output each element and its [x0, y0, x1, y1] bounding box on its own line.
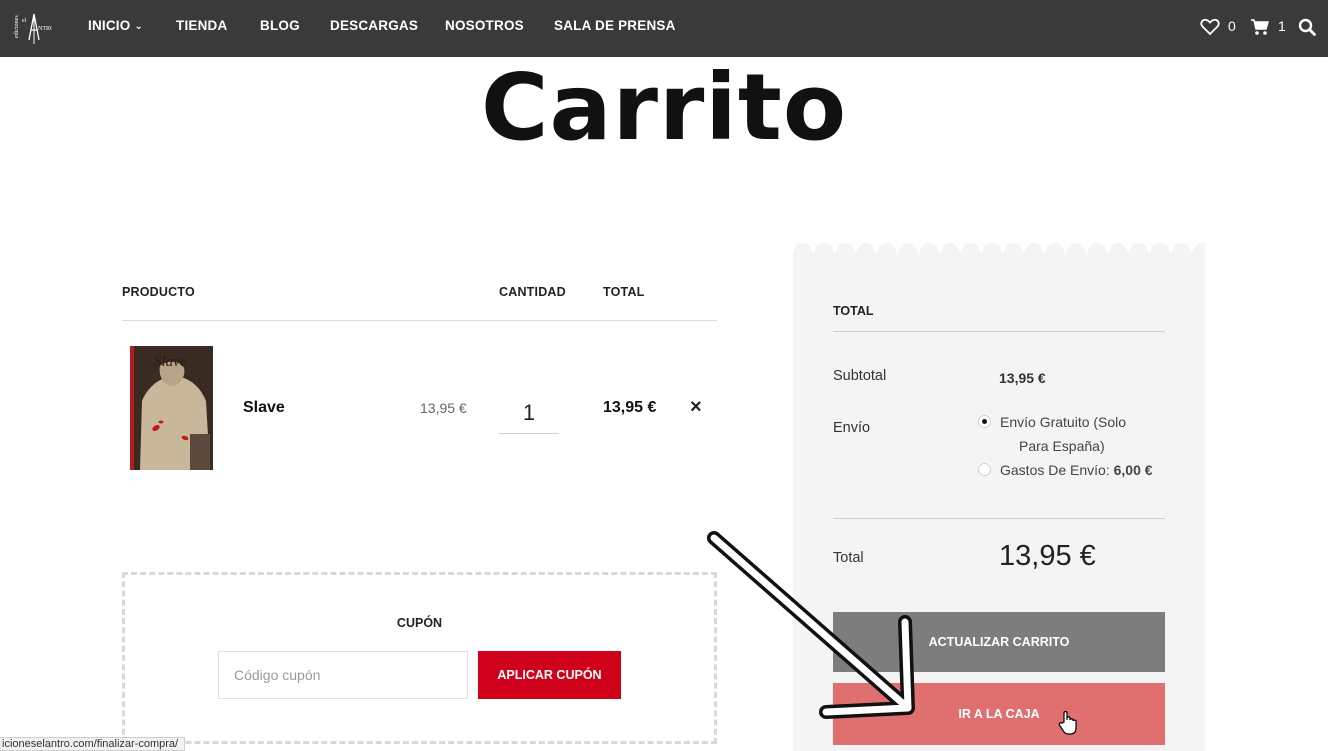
coupon-title: CUPÓN [396, 616, 443, 630]
heart-icon [1200, 18, 1220, 36]
shipping-option-free-line2: Para España) [1019, 438, 1105, 454]
nav-item-nosotros[interactable]: NOSOTROS [445, 18, 524, 33]
cart-count: 1 [1278, 18, 1286, 34]
nav-item-blog[interactable]: BLOG [260, 18, 300, 33]
table-divider [122, 320, 717, 321]
shipping-label: Envío [833, 420, 871, 436]
nav-item-inicio[interactable]: INICIO ⌄ [88, 18, 143, 33]
chevron-down-icon: ⌄ [134, 21, 144, 32]
svg-text:el: el [22, 18, 27, 24]
product-line-total: 13,95 € [603, 399, 657, 416]
total-value: 13,95 € [999, 540, 1096, 572]
shipping-option-free-line1: Envío Gratuito (Solo [1000, 414, 1127, 430]
column-header-quantity: CANTIDAD [499, 285, 566, 299]
nav-item-label: SALA DE PRENSA [554, 18, 676, 33]
quantity-input[interactable] [499, 392, 559, 434]
nav-item-label: BLOG [260, 18, 300, 33]
shipping-option-paid-label: Gastos De Envío: [1000, 462, 1110, 478]
coupon-code-input[interactable] [218, 651, 468, 699]
nav-item-label: NOSOTROS [445, 18, 524, 33]
product-unit-price: 13,95 € [420, 400, 467, 416]
subtotal-label: Subtotal [833, 368, 887, 384]
shipping-paid-radio[interactable] [978, 463, 991, 476]
totals-divider [833, 331, 1165, 332]
totals-divider [833, 518, 1165, 519]
subtotal-value: 13,95 € [999, 370, 1046, 386]
page-title: Carrito [480, 54, 848, 161]
shipping-option-free[interactable]: Envío Gratuito (Solo Para España) [1000, 410, 1126, 458]
top-nav-bar: ediciones el NTRO INICIO⌄ TIENDA BLOG DE… [0, 0, 1328, 57]
apply-coupon-button[interactable]: APLICAR CUPÓN [478, 651, 621, 699]
search-button[interactable] [1298, 18, 1316, 36]
cart-totals-panel: TOTAL Subtotal 13,95 € Envío Envío Gratu… [793, 252, 1205, 751]
shipping-option-paid[interactable]: Gastos De Envío: 6,00 € [1000, 458, 1153, 482]
product-name[interactable]: Slave [243, 399, 285, 417]
checkout-button[interactable]: IR A LA CAJA [833, 683, 1165, 745]
wishlist-count: 0 [1228, 18, 1236, 34]
column-header-product: PRODUCTO [122, 285, 195, 299]
close-icon: × [690, 396, 702, 418]
column-header-total: TOTAL [603, 285, 645, 299]
update-cart-button[interactable]: ACTUALIZAR CARRITO [833, 612, 1165, 672]
nav-item-sala-de-prensa[interactable]: SALA DE PRENSA [554, 18, 676, 33]
status-bar-url: icioneselantro.com/finalizar-compra/ [0, 737, 186, 751]
svg-text:Slave: Slave [154, 354, 187, 370]
site-logo[interactable]: ediciones el NTRO [12, 8, 55, 46]
search-icon [1298, 18, 1316, 36]
nav-item-label: DESCARGAS [330, 18, 419, 33]
nav-item-label: INICIO [88, 18, 131, 33]
remove-item-button[interactable]: × [690, 396, 702, 419]
shipping-free-radio[interactable] [978, 415, 991, 428]
totals-title: TOTAL [833, 304, 874, 318]
product-thumbnail[interactable]: Slave [130, 346, 213, 470]
coupon-box: CUPÓN APLICAR CUPÓN [122, 572, 717, 744]
cart-icon [1251, 18, 1269, 36]
nav-item-label: TIENDA [176, 18, 228, 33]
nav-item-descargas[interactable]: DESCARGAS [330, 18, 418, 33]
shipping-option-paid-price: 6,00 € [1113, 462, 1153, 478]
svg-text:NTRO: NTRO [38, 26, 52, 32]
nav-item-tienda[interactable]: TIENDA [176, 18, 227, 33]
svg-text:ediciones: ediciones [14, 15, 20, 38]
total-label: Total [833, 550, 864, 566]
